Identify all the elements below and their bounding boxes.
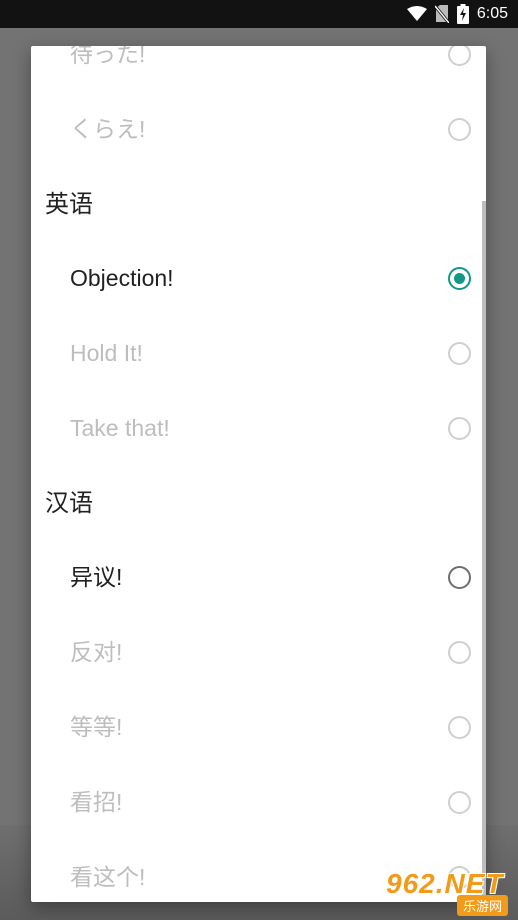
status-time: 6:05 (476, 5, 508, 22)
option-row: 反对! (31, 615, 486, 690)
option-label: Hold It! (70, 340, 143, 366)
section-header: 汉语 (31, 466, 486, 540)
option-label: 异议! (70, 564, 123, 590)
option-row: 等等! (31, 690, 486, 765)
option-label: くらえ! (70, 116, 146, 142)
radio-unchecked-icon (448, 641, 471, 664)
option-label: 看招! (70, 789, 123, 815)
option-label: 看这个! (70, 864, 146, 890)
option-row[interactable]: Objection! (31, 241, 486, 316)
radio-unchecked-icon (448, 118, 471, 141)
voice-select-dialog: 待った! くらえ! 英语 Objection! Hold It! Take that! 汉语… (31, 46, 486, 902)
option-label: Objection! (70, 265, 174, 291)
watermark-site-name: 乐游网 (456, 895, 508, 916)
radio-unchecked-icon (448, 716, 471, 739)
status-bar: 6:05 (0, 0, 518, 28)
battery-charging-icon (456, 4, 469, 24)
scrollbar[interactable] (482, 201, 486, 901)
option-row: くらえ! (31, 92, 486, 167)
radio-unchecked-icon (448, 417, 471, 440)
section-header: 英语 (31, 167, 486, 241)
section-header-label: 英语 (45, 190, 93, 218)
option-row[interactable]: 异议! (31, 540, 486, 615)
option-row: Take that! (31, 391, 486, 466)
option-row: Hold It! (31, 316, 486, 391)
radio-checked-icon[interactable] (448, 267, 471, 290)
site-watermark: 962.NET 乐游网 (382, 868, 512, 916)
option-label: 等等! (70, 714, 123, 740)
option-row: 待った! (31, 46, 486, 92)
radio-unchecked-icon[interactable] (448, 566, 471, 589)
option-list: 待った! くらえ! 英语 Objection! Hold It! Take that! 汉语… (31, 46, 486, 902)
radio-unchecked-icon (448, 791, 471, 814)
wifi-icon (406, 6, 427, 22)
option-label: 反对! (70, 639, 123, 665)
option-label: 待った! (70, 46, 146, 67)
radio-unchecked-icon (448, 342, 471, 365)
option-row: 看招! (31, 765, 486, 840)
no-sim-icon (434, 5, 449, 23)
status-icons: 6:05 (406, 4, 508, 24)
section-header-label: 汉语 (45, 489, 93, 517)
radio-unchecked-icon (448, 46, 471, 66)
option-label: Take that! (70, 415, 170, 441)
